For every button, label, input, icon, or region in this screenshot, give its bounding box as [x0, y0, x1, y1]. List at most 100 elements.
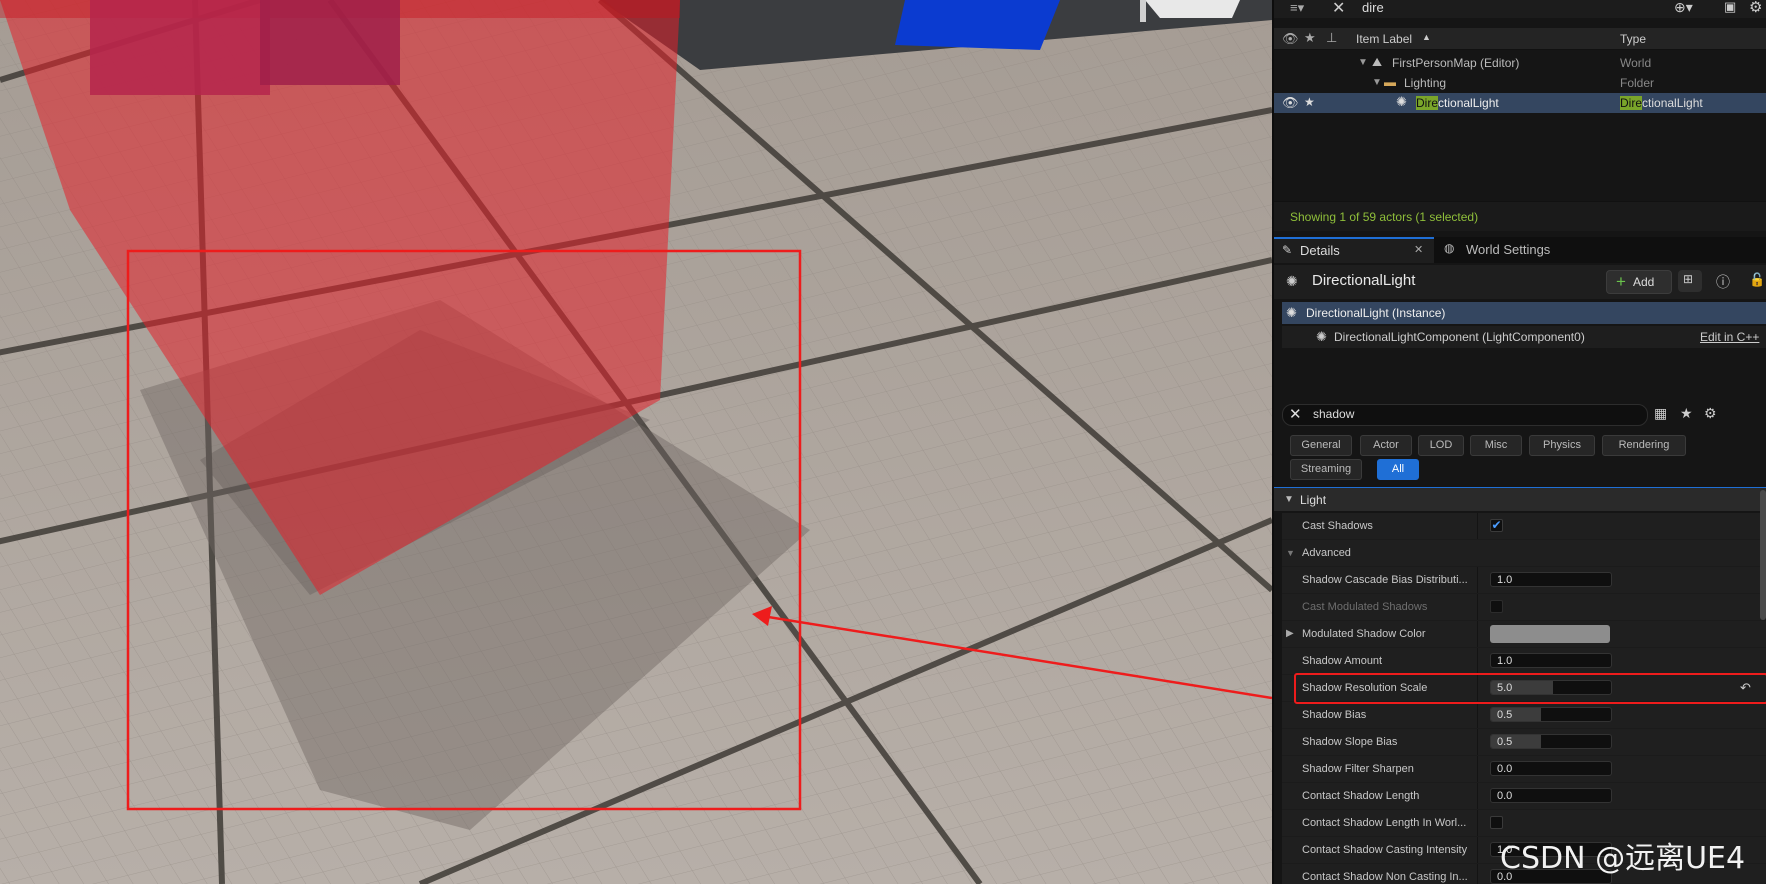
- shadow-amount-input[interactable]: 1.0: [1490, 653, 1612, 668]
- col-type[interactable]: Type: [1620, 32, 1646, 46]
- prop-label: Modulated Shadow Color: [1302, 628, 1426, 640]
- right-panel: ≡▾ ✕ dire ⊕▾ ▣ ⚙ 👁 ★ ⊥ Item Label ▲ Type…: [1272, 0, 1766, 884]
- level-viewport[interactable]: [0, 0, 1272, 884]
- tree-label: DirectionalLight: [1416, 96, 1499, 110]
- star-icon[interactable]: ★: [1304, 30, 1316, 46]
- actor-name[interactable]: DirectionalLight: [1312, 272, 1415, 289]
- prop-label: Shadow Bias: [1302, 709, 1367, 721]
- chevron-down-icon: ▼: [1284, 494, 1294, 505]
- component-row-instance[interactable]: ✺ DirectionalLight (Instance): [1282, 302, 1766, 324]
- chevron-down-icon[interactable]: ▼: [1372, 77, 1382, 88]
- filter-icon[interactable]: ≡▾: [1290, 0, 1304, 16]
- lock-icon[interactable]: 🔓: [1749, 272, 1765, 288]
- section-light[interactable]: ▼ Light: [1274, 487, 1766, 511]
- add-filter-icon[interactable]: ⊕▾: [1674, 0, 1693, 16]
- sort-up-icon: ▲: [1422, 32, 1431, 42]
- details-search-input[interactable]: shadow: [1313, 407, 1354, 421]
- prop-label: Cast Shadows: [1302, 520, 1373, 532]
- component-row-light[interactable]: ✺ DirectionalLightComponent (LightCompon…: [1282, 326, 1766, 348]
- close-tab-icon[interactable]: ✕: [1414, 243, 1423, 256]
- category-rendering[interactable]: Rendering: [1602, 435, 1686, 456]
- category-all[interactable]: All: [1377, 459, 1419, 480]
- prop-label: Shadow Cascade Bias Distributi...: [1302, 574, 1468, 586]
- gear-icon[interactable]: ⚙: [1704, 405, 1717, 422]
- new-folder-icon[interactable]: ▣: [1724, 0, 1736, 15]
- pencil-icon: ✎: [1282, 243, 1293, 257]
- chevron-right-icon[interactable]: ▶: [1286, 628, 1294, 639]
- cast-modulated-checkbox[interactable]: [1490, 600, 1503, 613]
- tab-world-settings[interactable]: ◍ World Settings: [1442, 237, 1602, 263]
- world-icon: ⛰: [1372, 55, 1383, 69]
- component-label: DirectionalLightComponent (LightComponen…: [1334, 330, 1585, 344]
- tree-label: FirstPersonMap (Editor): [1392, 56, 1520, 70]
- prop-modulated-color: ▶ Modulated Shadow Color: [1282, 621, 1766, 648]
- help-icon[interactable]: ⓘ: [1716, 272, 1730, 292]
- slope-bias-input[interactable]: 0.5: [1490, 734, 1612, 749]
- category-streaming[interactable]: Streaming: [1290, 459, 1362, 480]
- plus-icon: +: [1616, 272, 1626, 291]
- visibility-icon[interactable]: 👁: [1282, 31, 1299, 47]
- prop-advanced[interactable]: ▼ Advanced: [1282, 540, 1766, 567]
- category-physics[interactable]: Physics: [1529, 435, 1595, 456]
- pin-icon[interactable]: ⊥: [1326, 30, 1337, 46]
- clear-search-icon[interactable]: ✕: [1332, 0, 1345, 18]
- outliner-search-input[interactable]: dire: [1362, 0, 1384, 15]
- prop-shadow-amount: Shadow Amount 1.0: [1282, 648, 1766, 675]
- category-actor[interactable]: Actor: [1360, 435, 1412, 456]
- prop-shadow-bias: Shadow Bias 0.5: [1282, 702, 1766, 729]
- directional-light-icon: ✺: [1286, 273, 1298, 289]
- outliner-header: 👁 ★ ⊥ Item Label ▲ Type: [1274, 28, 1766, 50]
- add-component-button[interactable]: + Add: [1606, 270, 1672, 294]
- prop-label: Shadow Slope Bias: [1302, 736, 1398, 748]
- instance-label: DirectionalLight (Instance): [1306, 306, 1446, 320]
- chevron-down-icon[interactable]: ▼: [1358, 57, 1368, 68]
- tree-row-directional-light[interactable]: 👁 ★ ✺ DirectionalLight DirectionalLight: [1274, 93, 1766, 113]
- table-view-icon[interactable]: ▦: [1654, 405, 1667, 422]
- clear-search-icon[interactable]: ✕: [1289, 405, 1302, 425]
- chevron-down-icon: ▼: [1286, 548, 1295, 558]
- edit-in-cpp-link[interactable]: Edit in C++: [1700, 330, 1759, 344]
- details-scrollbar[interactable]: [1760, 490, 1766, 620]
- prop-cast-modulated: Cast Modulated Shadows: [1282, 594, 1766, 621]
- details-search-field[interactable]: ✕ shadow: [1282, 404, 1648, 426]
- col-item-label[interactable]: Item Label: [1356, 32, 1412, 46]
- color-swatch[interactable]: [1490, 625, 1610, 643]
- tree-type: Folder: [1620, 76, 1655, 90]
- viewport-scene: [0, 0, 1272, 884]
- cascade-bias-input[interactable]: 1.0: [1490, 572, 1612, 587]
- prop-label: Shadow Amount: [1302, 655, 1383, 667]
- prop-label: Contact Shadow Length In Worl...: [1302, 817, 1467, 829]
- blueprint-button[interactable]: ⊞: [1678, 270, 1702, 292]
- outliner-toolbar: ≡▾ ✕ dire ⊕▾ ▣ ⚙: [1274, 0, 1766, 18]
- visibility-icon[interactable]: 👁: [1282, 95, 1299, 111]
- tree-type: World: [1620, 56, 1652, 70]
- add-label: Add: [1633, 275, 1655, 289]
- category-lod[interactable]: LOD: [1418, 435, 1464, 456]
- directional-light-icon: ✺: [1396, 94, 1407, 109]
- tree-type: DirectionalLight: [1620, 96, 1703, 110]
- tab-world-settings-label: World Settings: [1466, 242, 1551, 257]
- contact-length-input[interactable]: 0.0: [1490, 788, 1612, 803]
- prop-label: Contact Shadow Casting Intensity: [1302, 844, 1468, 856]
- prop-label: Shadow Filter Sharpen: [1302, 763, 1414, 775]
- star-icon[interactable]: ★: [1304, 95, 1315, 109]
- folder-icon: ▬: [1384, 75, 1396, 89]
- cast-shadows-checkbox[interactable]: ✔: [1490, 519, 1503, 532]
- tree-row-world[interactable]: ▼ ⛰ FirstPersonMap (Editor) World: [1274, 54, 1766, 74]
- prop-label: Cast Modulated Shadows: [1302, 601, 1428, 613]
- gear-icon[interactable]: ⚙: [1749, 0, 1762, 16]
- shadow-bias-input[interactable]: 0.5: [1490, 707, 1612, 722]
- tree-row-folder[interactable]: ▼ ▬ Lighting Folder: [1274, 74, 1766, 94]
- category-general[interactable]: General: [1290, 435, 1352, 456]
- tab-details[interactable]: ✎ Details ✕: [1274, 237, 1434, 263]
- outliner-status: Showing 1 of 59 actors (1 selected): [1290, 210, 1479, 224]
- contact-length-world-checkbox[interactable]: [1490, 816, 1503, 829]
- filter-sharpen-input[interactable]: 0.0: [1490, 761, 1612, 776]
- tree-label: Lighting: [1404, 76, 1447, 90]
- prop-slope-bias: Shadow Slope Bias 0.5: [1282, 729, 1766, 756]
- star-icon[interactable]: ★: [1680, 405, 1693, 422]
- section-light-label: Light: [1300, 493, 1327, 507]
- panel-tab-bar: ✎ Details ✕ ◍ World Settings: [1274, 237, 1766, 263]
- prop-cascade-bias: Shadow Cascade Bias Distributi... 1.0: [1282, 567, 1766, 594]
- category-misc[interactable]: Misc: [1470, 435, 1522, 456]
